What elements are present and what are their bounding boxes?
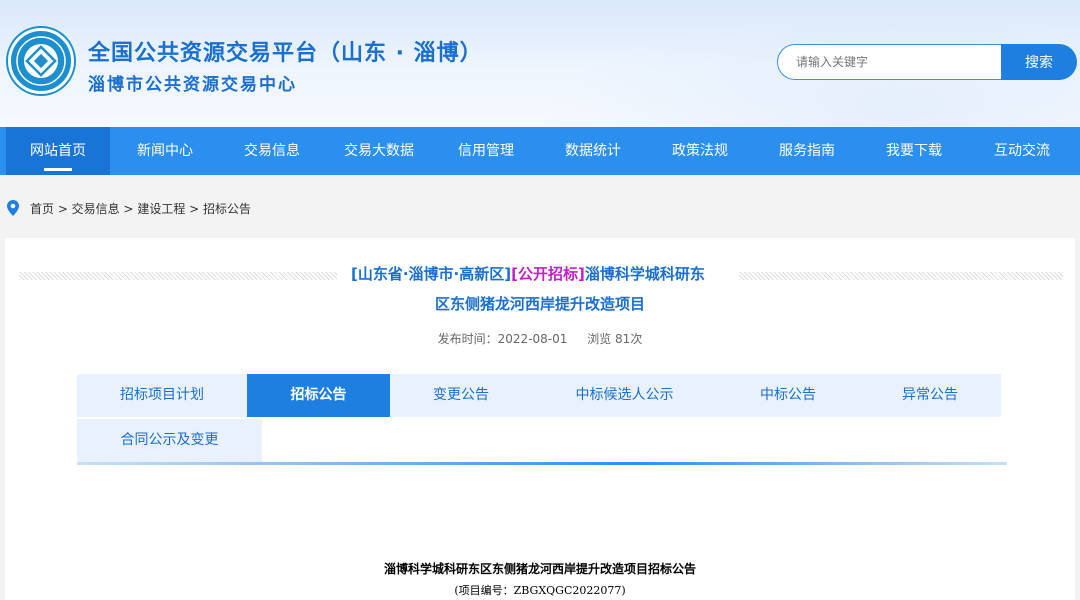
tab-change-notice[interactable]: 变更公告	[390, 374, 532, 417]
article-meta: 发布时间：2022-08-01 浏览 81次	[5, 330, 1075, 347]
tab-award-notice[interactable]: 中标公告	[717, 374, 859, 417]
nav-item-trade-info[interactable]: 交易信息	[220, 127, 324, 175]
nav-item-big-data[interactable]: 交易大数据	[327, 127, 431, 175]
site-title: 全国公共资源交易平台（山东 · 淄博）	[88, 41, 483, 66]
article-card: [山东省·淄博市·高新区][公开招标]淄博科学城科研东 区东侧猪龙河西岸提升改造…	[5, 238, 1075, 600]
nav-item-policy[interactable]: 政策法规	[648, 127, 752, 175]
tab-candidate-notice[interactable]: 中标候选人公示	[532, 374, 717, 417]
publish-time: 发布时间：2022-08-01	[437, 332, 568, 346]
tab-contract-notice[interactable]: 合同公示及变更	[77, 419, 262, 462]
document-number: (项目编号：ZBGXQGC2022077)	[454, 584, 626, 597]
nav-item-home[interactable]: 网站首页	[6, 127, 110, 175]
emblem-icon[interactable]	[8, 28, 74, 94]
nav-item-guide[interactable]: 服务指南	[755, 127, 859, 175]
search-button[interactable]: 搜索	[1001, 44, 1077, 80]
breadcrumb-text[interactable]: 首页 > 交易信息 > 建设工程 > 招标公告	[30, 200, 251, 217]
article-title-part1: 淄博科学城科研东	[584, 265, 705, 283]
nav-item-news[interactable]: 新闻中心	[113, 127, 217, 175]
site-header: 全国公共资源交易平台（山东 · 淄博） 淄博市公共资源交易中心 搜索	[0, 0, 1080, 127]
main-nav: 网站首页 新闻中心 交易信息 交易大数据 信用管理 数据统计 政策法规 服务指南…	[0, 127, 1080, 175]
nav-item-interaction[interactable]: 互动交流	[970, 127, 1074, 175]
search-input[interactable]	[777, 44, 1007, 80]
nav-item-statistics[interactable]: 数据统计	[541, 127, 645, 175]
tab-exception-notice[interactable]: 异常公告	[859, 374, 1001, 417]
article-region: [山东省·淄博市·高新区]	[351, 265, 512, 283]
tabs-underline	[77, 462, 1007, 465]
nav-item-credit[interactable]: 信用管理	[434, 127, 538, 175]
site-subtitle: 淄博市公共资源交易中心	[88, 75, 297, 95]
article-title-line2: 区东侧猪龙河西岸提升改造项目	[434, 295, 645, 313]
article-title-line1: [山东省·淄博市·高新区][公开招标]淄博科学城科研东	[351, 263, 705, 284]
tab-bid-plan[interactable]: 招标项目计划	[77, 374, 247, 417]
document-title: 淄博科学城科研东区东侧猪龙河西岸提升改造项目招标公告	[383, 562, 696, 576]
tab-bid-notice[interactable]: 招标公告	[247, 374, 390, 417]
search-box: 搜索	[777, 44, 1077, 80]
view-count: 浏览 81次	[587, 332, 643, 346]
title-stripe-left	[19, 272, 337, 280]
nav-item-download[interactable]: 我要下载	[862, 127, 966, 175]
notice-tabs: 招标项目计划 招标公告 变更公告 中标候选人公示 中标公告 异常公告 合同公示及…	[77, 374, 1001, 462]
article-type: [公开招标]	[511, 265, 585, 283]
title-stripe-right	[739, 272, 1063, 280]
location-pin-icon	[7, 200, 19, 219]
